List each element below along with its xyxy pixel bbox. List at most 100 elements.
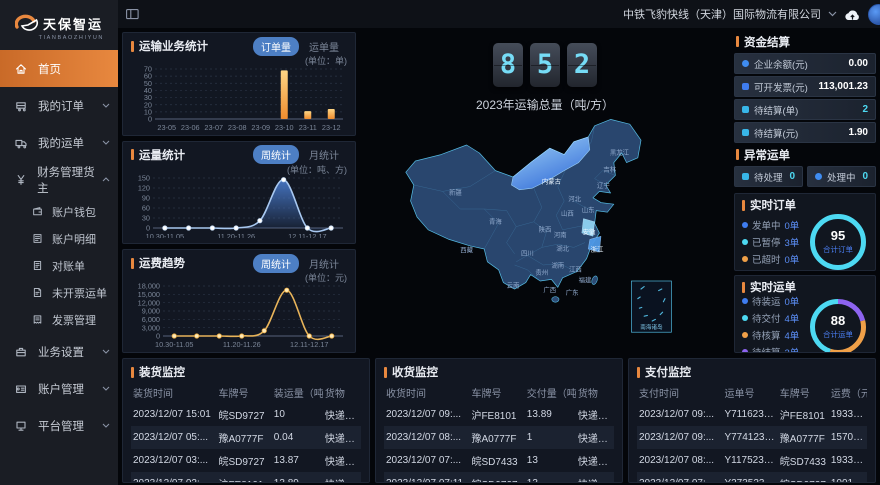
- table-row[interactable]: 2023/12/07 05:...豫A0777F0.04快递包裹...: [131, 426, 361, 449]
- sidebar-subitem[interactable]: 账户明细: [0, 225, 118, 252]
- tab-week-stats[interactable]: 周统计: [253, 254, 299, 273]
- legend-dot: [742, 349, 748, 353]
- map-label: 云南: [507, 280, 520, 289]
- main-area: 中铁飞豹快线（天津）国际物流有限公司 运输业务统计: [118, 0, 880, 485]
- legend-item: 待交付4单: [742, 311, 808, 325]
- stat-value: 2: [862, 104, 868, 115]
- table-cell: 2023/12/07 08:...: [637, 449, 722, 472]
- tab-month-stats[interactable]: 月统计: [301, 145, 347, 164]
- panel-accent-bar: [736, 36, 739, 47]
- map-label: 新疆: [449, 188, 462, 197]
- sidebar-item[interactable]: 业务设置: [0, 333, 118, 370]
- home-icon: [15, 63, 29, 75]
- table-cell: 皖SD7433: [469, 449, 524, 472]
- stat-row[interactable]: 可开发票(元)113,001.23: [734, 76, 876, 97]
- map-region-hainan[interactable]: [552, 297, 559, 303]
- stat-row[interactable]: 企业余额(元)0.00: [734, 53, 876, 74]
- tab-month-stats[interactable]: 月统计: [301, 254, 347, 273]
- table-cell: 皖SD9727: [216, 449, 271, 472]
- table-row[interactable]: 2023/12/07 07:11皖SD972713快递包裹...: [384, 472, 614, 483]
- collapse-menu-icon[interactable]: [126, 8, 139, 20]
- finance-icon: [15, 174, 28, 186]
- sidebar-subitem[interactable]: 发票管理: [0, 306, 118, 333]
- sidebar-subitem[interactable]: 对账单: [0, 252, 118, 279]
- panel-title: 装货监控: [139, 364, 185, 380]
- table-row[interactable]: 2023/12/07 09:...Y7116231...沪FE81011933.…: [637, 403, 867, 426]
- sidebar-nav: 首页我的订单我的运单财务管理货主账户钱包账户明细对账单未开票运单发票管理业务设置…: [0, 50, 118, 485]
- panel-title: 异常运单: [744, 147, 790, 163]
- sidebar-item[interactable]: 账户管理: [0, 370, 118, 407]
- legend-label: 待装运: [752, 294, 781, 308]
- legend-dot: [742, 256, 748, 262]
- counter-digit: 8: [493, 43, 523, 87]
- svg-text:23-07: 23-07: [204, 123, 223, 130]
- panel-accent-bar: [131, 149, 134, 160]
- svg-text:60: 60: [142, 203, 150, 212]
- table-row[interactable]: 2023/12/07 08:...豫A0777F1快递包裹...: [384, 426, 614, 449]
- sidebar-subitem[interactable]: 账户钱包: [0, 198, 118, 225]
- map-label: 广西: [543, 285, 556, 294]
- stat-value: 113,001.23: [819, 81, 869, 92]
- panel-volume-stats: 运量统计 周统计 月统计 (单位：吨、方) 030609012015010.30…: [122, 141, 356, 245]
- table-row[interactable]: 2023/12/07 09:...沪FE810113.89快递包裹...: [384, 403, 614, 426]
- svg-text:30: 30: [142, 213, 150, 222]
- svg-text:9,000: 9,000: [142, 307, 160, 316]
- sidebar-item[interactable]: 财务管理货主: [0, 161, 118, 198]
- table-row[interactable]: 2023/12/07 15:01皖SD972710快递包裹...: [131, 403, 361, 426]
- panel-支付监控: 支付监控支付时间运单号车牌号运费（元）2023/12/07 09:...Y711…: [628, 358, 876, 483]
- table-cell: 快递包裹...: [323, 472, 361, 483]
- table-cell: 快递包裹...: [576, 426, 614, 449]
- table-row[interactable]: 2023/12/07 09:...Y7741231...豫A0777F1570.…: [637, 426, 867, 449]
- table-row[interactable]: 2023/12/07 07:...皖SD743313快递包裹...: [384, 449, 614, 472]
- dashboard: 运输业务统计 订单量 运单量 (单位：单) 01020304050607023-…: [118, 28, 880, 485]
- map-region-taiwan[interactable]: [591, 275, 599, 285]
- panel-装货监控: 装货监控装货时间车牌号装运量（吨/方）货物2023/12/07 15:01皖SD…: [122, 358, 370, 483]
- detail-icon: [32, 233, 44, 245]
- sidebar-subitem[interactable]: 未开票运单: [0, 279, 118, 306]
- sidebar-subitem-label: 未开票运单: [52, 285, 107, 301]
- table-row[interactable]: 2023/12/07 08:...Y1175231...皖SD74331933.…: [637, 449, 867, 472]
- line-chart: 03,0006,0009,00012,00015,00018,00010.30-…: [131, 282, 347, 347]
- legend-label: 待核算: [752, 328, 781, 342]
- legend-count: 4单: [785, 311, 800, 325]
- table-header: 运费（元）: [829, 382, 867, 403]
- cloud-upload-icon[interactable]: [844, 8, 861, 21]
- table-header: 支付时间: [637, 382, 722, 403]
- company-name[interactable]: 中铁飞豹快线（天津）国际物流有限公司: [623, 6, 821, 22]
- table-cell: 2023/12/07 07:...: [384, 449, 469, 472]
- app-root: 天保智运 TIANBAOZHIYUN 首页我的订单我的运单财务管理货主账户钱包账…: [0, 0, 880, 485]
- orders-legend: 发单中0单已暂停3单已超时0单: [742, 218, 808, 266]
- panel-accent-bar: [131, 41, 134, 52]
- stat-row[interactable]: 待结算(元)1.90: [734, 122, 876, 143]
- tab-waybill-count[interactable]: 运单量: [301, 37, 347, 56]
- sidebar-item[interactable]: 我的运单: [0, 124, 118, 161]
- map-label: 山东: [582, 205, 595, 214]
- table-cell: 1: [525, 426, 576, 449]
- legend-dot: [742, 239, 748, 245]
- chevron-down-icon[interactable]: [828, 11, 837, 17]
- map-label: 湖北: [556, 244, 569, 253]
- map-mainland[interactable]: [406, 119, 641, 302]
- stat-label: 待处理: [754, 170, 783, 184]
- stat-row[interactable]: 待处理0: [734, 166, 803, 187]
- avatar[interactable]: [868, 4, 880, 25]
- table-row[interactable]: 2023/12/07 03:...皖SD972713.87快递包裹...: [131, 449, 361, 472]
- stat-row[interactable]: 待结算(单)2: [734, 99, 876, 120]
- table-cell: 快递包裹...: [576, 403, 614, 426]
- chart-unit: (单位：单): [131, 54, 347, 65]
- sidebar-item[interactable]: 平台管理: [0, 407, 118, 444]
- stat-row[interactable]: 处理中0: [807, 166, 876, 187]
- svg-text:23-05: 23-05: [157, 123, 176, 130]
- map-label: 福建: [579, 275, 592, 284]
- legend-item: 待结算2单: [742, 345, 808, 353]
- table-cell: 豫A0777F: [216, 426, 271, 449]
- chevron-up-icon: [102, 177, 110, 182]
- table-row[interactable]: 2023/12/07 02:...沪FE810113.89快递包裹...: [131, 472, 361, 483]
- right-column: 资金结算 企业余额(元)0.00可开发票(元)113,001.23待结算(单)2…: [734, 32, 876, 353]
- table-row[interactable]: 2023/12/07 07:...Y2735231...皖SD97271001.…: [637, 472, 867, 483]
- sidebar-item[interactable]: 我的订单: [0, 87, 118, 124]
- tab-order-count[interactable]: 订单量: [253, 37, 299, 56]
- sidebar-item[interactable]: 首页: [0, 50, 118, 87]
- tab-week-stats[interactable]: 周统计: [253, 145, 299, 164]
- map-label: 辽宁: [597, 180, 610, 189]
